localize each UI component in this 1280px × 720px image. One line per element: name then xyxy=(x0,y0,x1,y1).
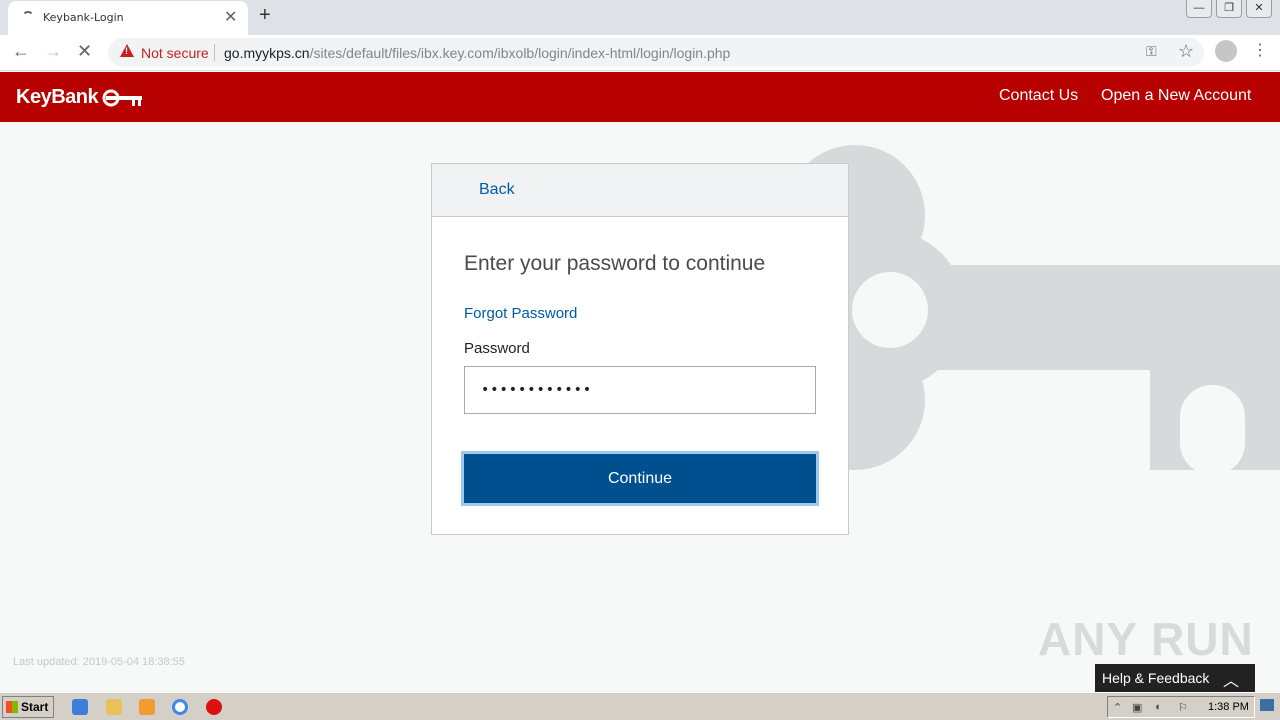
back-arrow-icon[interactable]: ← xyxy=(12,41,30,62)
address-separator xyxy=(214,44,215,61)
minimize-icon[interactable]: — xyxy=(1186,0,1212,18)
back-link[interactable]: Back xyxy=(479,181,515,199)
login-card: Back Enter your password to continue For… xyxy=(431,163,849,535)
open-account-link[interactable]: Open a New Account xyxy=(1101,87,1251,105)
restore-icon[interactable]: ❐ xyxy=(1216,0,1242,18)
card-header: Back xyxy=(432,164,848,217)
window-controls: — ❐ ✕ xyxy=(1186,0,1272,18)
card-title: Enter your password to continue xyxy=(464,252,766,275)
start-button[interactable]: Start xyxy=(2,696,54,718)
contact-us-link[interactable]: Contact Us xyxy=(999,87,1078,105)
browser-toolbar: ← → ✕ Not secure go.myykps.cn/sites/defa… xyxy=(0,35,1280,71)
keybank-logo[interactable]: KeyBank xyxy=(16,86,148,109)
stop-loading-icon[interactable]: ✕ xyxy=(77,41,92,62)
tab-title: Keybank-Login xyxy=(43,11,124,24)
start-label: Start xyxy=(21,700,49,714)
new-tab-icon[interactable]: + xyxy=(259,4,271,27)
password-input[interactable] xyxy=(464,366,816,414)
site-header: KeyBank Contact Us Open a New Account xyxy=(0,72,1280,122)
media-player-icon[interactable] xyxy=(139,699,155,715)
continue-button[interactable]: Continue xyxy=(464,454,816,503)
anyrun-watermark: ANY RUN xyxy=(1038,613,1254,665)
url-path: /sites/default/files/ibx.key.com/ibxolb/… xyxy=(309,45,731,61)
close-tab-icon[interactable]: ✕ xyxy=(224,7,237,27)
forward-arrow-icon[interactable]: → xyxy=(44,41,62,62)
internet-explorer-icon[interactable] xyxy=(72,699,88,715)
loading-spinner-icon xyxy=(22,11,34,23)
help-feedback-button[interactable]: Help & Feedback ︿ xyxy=(1095,664,1255,692)
flag-icon[interactable]: ⚐ xyxy=(1178,701,1188,714)
address-bar[interactable]: Not secure go.myykps.cn/sites/default/fi… xyxy=(108,38,1204,67)
browser-menu-icon[interactable]: ⋮ xyxy=(1252,40,1268,60)
windows-logo-icon xyxy=(6,701,18,713)
logo-key-icon xyxy=(102,89,143,106)
close-window-icon[interactable]: ✕ xyxy=(1246,0,1272,18)
taskbar: Start ⌃ ▣ ◖ ⚐ 1:38 PM xyxy=(0,692,1280,720)
help-feedback-label: Help & Feedback xyxy=(1102,670,1210,686)
clock[interactable]: 1:38 PM xyxy=(1208,701,1249,713)
volume-icon[interactable]: ◖ xyxy=(1154,701,1161,713)
last-updated-text: Last updated: 2019-05-04 18:38:55 xyxy=(13,656,185,668)
chrome-icon[interactable] xyxy=(172,699,188,715)
url-text[interactable]: go.myykps.cn/sites/default/files/ibx.key… xyxy=(224,45,730,61)
forgot-password-link[interactable]: Forgot Password xyxy=(464,305,577,322)
security-indicator[interactable]: Not secure xyxy=(141,45,209,61)
warning-icon xyxy=(120,44,134,57)
network-icon[interactable]: ▣ xyxy=(1132,701,1142,714)
logo-text: KeyBank xyxy=(16,86,99,108)
password-label: Password xyxy=(464,340,530,357)
file-explorer-icon[interactable] xyxy=(106,699,122,715)
browser-tab[interactable]: Keybank-Login ✕ xyxy=(8,1,248,35)
url-host: go.myykps.cn xyxy=(224,45,310,61)
browser-tab-strip: Keybank-Login ✕ + — ❐ ✕ xyxy=(0,0,1280,35)
tray-expand-icon[interactable]: ⌃ xyxy=(1113,701,1122,714)
profile-avatar-icon[interactable] xyxy=(1215,40,1237,62)
key-icon[interactable]: ⚿ xyxy=(1146,43,1157,60)
bookmark-star-icon[interactable]: ☆ xyxy=(1178,41,1194,62)
show-desktop-icon[interactable] xyxy=(1260,699,1274,711)
system-tray: ⌃ ▣ ◖ ⚐ 1:38 PM xyxy=(1107,696,1255,718)
opera-icon[interactable] xyxy=(206,699,222,715)
chevron-up-icon: ︿ xyxy=(1223,673,1240,690)
